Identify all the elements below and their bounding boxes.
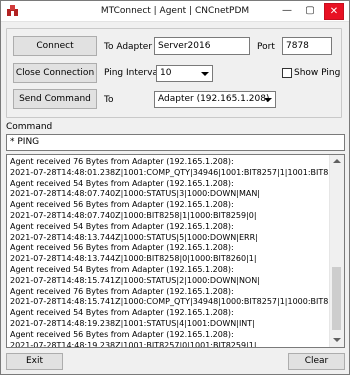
port-input[interactable]: 7878 xyxy=(282,37,332,55)
window-title: MTConnect | Agent | CNCnetPDM xyxy=(100,6,250,16)
ping-interval-value: 10 xyxy=(160,68,172,78)
log-line: 2021-07-28T14:48:19.238Z|1001:BIT8257|0|… xyxy=(10,340,257,348)
log-line: Agent received 54 Bytes from Adapter (19… xyxy=(10,221,234,231)
to-adapter-label: To Adapter xyxy=(104,42,153,52)
adapter-host-input[interactable]: Server2016 xyxy=(154,37,250,55)
log-line: Agent received 56 Bytes from Adapter (19… xyxy=(10,200,234,210)
log-line: 2021-07-28T14:48:01.238Z|1001:COMP_QTY|3… xyxy=(10,167,330,177)
log-line: Agent received 76 Bytes from Adapter (19… xyxy=(10,286,234,296)
log-line: Agent received 54 Bytes from Adapter (19… xyxy=(10,264,234,274)
chevron-down-icon xyxy=(201,71,209,76)
target-value: Adapter (192.165.1.208) xyxy=(158,94,270,104)
log-lines: Agent received 76 Bytes from Adapter (19… xyxy=(10,157,330,348)
ping-interval-select[interactable]: 10 xyxy=(156,65,213,82)
title-bar: MTConnect | Agent | CNCnetPDM — ▢ ✕ xyxy=(1,1,349,22)
command-label: Command xyxy=(6,122,53,132)
scroll-up-icon[interactable] xyxy=(333,159,341,163)
scroll-down-icon[interactable] xyxy=(333,338,341,342)
send-command-button[interactable]: Send Command xyxy=(13,89,97,109)
port-label: Port xyxy=(257,42,275,52)
clear-button[interactable]: Clear xyxy=(288,353,345,370)
log-line: Agent received 56 Bytes from Adapter (19… xyxy=(10,243,234,253)
show-ping-checkbox[interactable] xyxy=(282,68,292,78)
to-label: To xyxy=(104,95,114,105)
log-line: 2021-07-28T14:48:13.744Z|1000:BIT8258|0|… xyxy=(10,254,257,264)
log-line: Agent received 56 Bytes from Adapter (19… xyxy=(10,329,234,339)
close-connection-button[interactable]: Close Connection xyxy=(13,63,97,83)
log-line: Agent received 76 Bytes from Adapter (19… xyxy=(10,157,234,166)
show-ping-label: Show Ping xyxy=(294,68,341,78)
log-line: 2021-07-28T14:48:13.744Z|1000:STATUS|5|1… xyxy=(10,232,258,242)
log-line: 2021-07-28T14:48:07.740Z|1000:BIT8258|1|… xyxy=(10,210,257,220)
ping-interval-label: Ping Interval xyxy=(104,68,161,78)
log-scrollbar[interactable] xyxy=(329,155,344,347)
chevron-down-icon xyxy=(264,97,272,102)
close-icon[interactable]: ✕ xyxy=(324,3,344,20)
maximize-icon[interactable]: ▢ xyxy=(301,3,319,18)
target-select[interactable]: Adapter (192.165.1.208) xyxy=(154,91,276,108)
exit-button[interactable]: Exit xyxy=(6,353,63,370)
connect-button[interactable]: Connect xyxy=(13,36,97,56)
log-line: 2021-07-28T14:48:15.741Z|1000:COMP_QTY|3… xyxy=(10,297,330,307)
minimize-icon[interactable]: — xyxy=(278,3,296,18)
app-window: MTConnect | Agent | CNCnetPDM — ▢ ✕ Conn… xyxy=(0,0,350,375)
log-line: Agent received 54 Bytes from Adapter (19… xyxy=(10,178,234,188)
log-line: Agent received 54 Bytes from Adapter (19… xyxy=(10,308,234,318)
log-output[interactable]: Agent received 76 Bytes from Adapter (19… xyxy=(6,154,345,348)
log-line: 2021-07-28T14:48:07.740Z|1000:STATUS|3|1… xyxy=(10,189,261,199)
command-input[interactable]: * PING xyxy=(6,134,345,151)
scroll-thumb[interactable] xyxy=(332,267,341,330)
log-line: 2021-07-28T14:48:19.238Z|1001:STATUS|4|1… xyxy=(10,318,255,328)
log-line: 2021-07-28T14:48:15.741Z|1000:STATUS|2|1… xyxy=(10,275,260,285)
